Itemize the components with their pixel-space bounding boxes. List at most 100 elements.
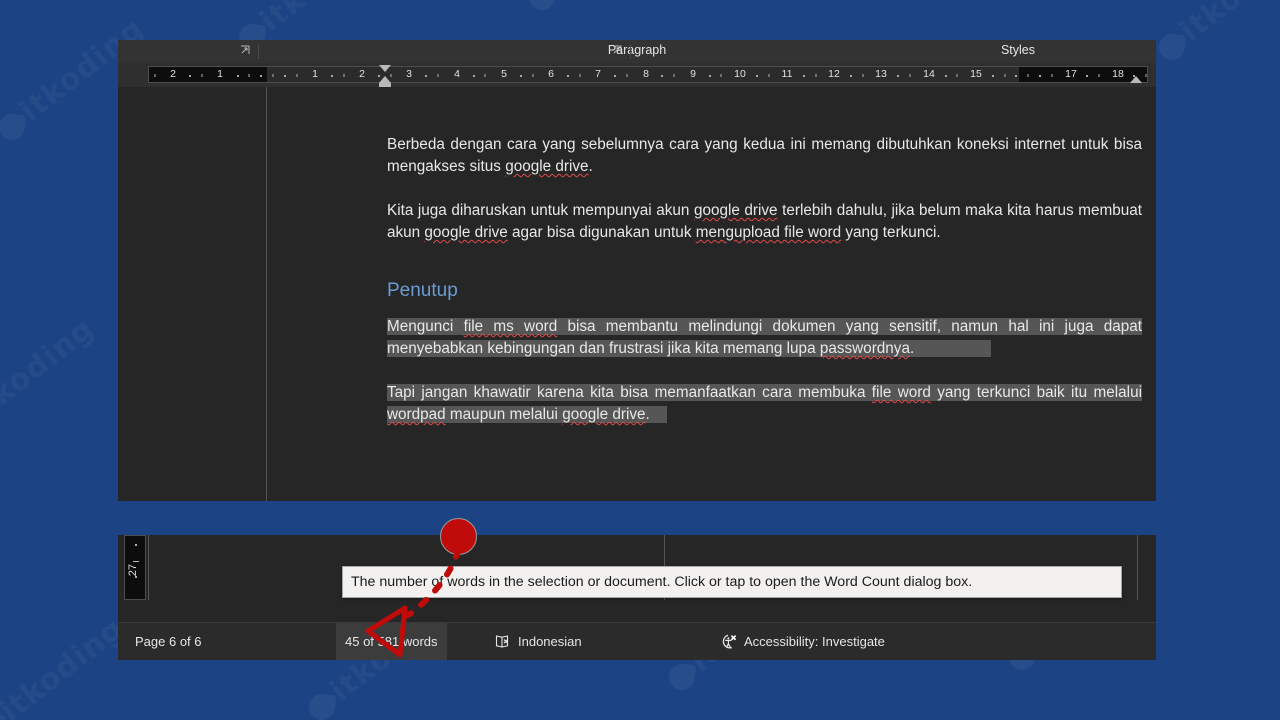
ruler-tick: [626, 74, 628, 77]
ruler-tick-dot: [708, 75, 711, 77]
status-accessibility[interactable]: Accessibility: Investigate: [710, 623, 894, 660]
ribbon-group-strip: Paragraph Styles: [118, 40, 1156, 64]
dialog-launcher-icon-paragraph[interactable]: [612, 45, 623, 56]
ruler-tick-dot: [189, 75, 192, 77]
ruler-number: 17: [1065, 68, 1077, 80]
ruler-tick: [296, 74, 298, 77]
watermark-logo-icon: [0, 712, 7, 720]
spelling-error-run: file ms word: [463, 318, 558, 335]
watermark: itkoding: [0, 311, 101, 448]
ruler-tick: [815, 74, 817, 77]
spelling-error-run: google drive: [424, 224, 508, 241]
ruler-tick-dot: [236, 75, 239, 77]
watermark: itkoding: [0, 611, 131, 720]
ruler-number: 7: [595, 68, 601, 80]
status-word-count[interactable]: 45 of 581 words: [336, 623, 447, 660]
ruler-number: 15: [970, 68, 982, 80]
ruler-tick: [1145, 74, 1147, 77]
heading-penutup[interactable]: Penutup: [387, 278, 1142, 304]
hanging-indent-marker[interactable]: [379, 76, 391, 83]
paragraph-3-selected[interactable]: Mengunci file ms word bisa membantu meli…: [387, 316, 1143, 360]
ruler-tick-dot: [1086, 75, 1089, 77]
ruler-tick: [720, 74, 722, 77]
first-line-indent-marker[interactable]: [379, 65, 391, 72]
text-run: Mengunci: [387, 318, 464, 335]
ribbon-group-label-styles: Styles: [1000, 43, 1036, 57]
ruler-number: 9: [690, 68, 696, 80]
vertical-ruler[interactable]: 27: [124, 535, 146, 600]
watermark-logo-icon: [1157, 32, 1187, 62]
ruler-tick: [437, 74, 439, 77]
ruler-tick: [201, 74, 203, 77]
right-indent-marker[interactable]: [1130, 76, 1142, 83]
ruler-number: 1: [217, 68, 223, 80]
text-run: yang terkunci baik itu melalui: [930, 384, 1142, 401]
page-left-edge: [148, 535, 149, 600]
ruler-tick-dot: [519, 75, 522, 77]
document-page[interactable]: Berbeda dengan cara yang sebelumnya cara…: [266, 87, 1156, 501]
ruler-tick: [1027, 74, 1029, 77]
ruler-tick: [484, 74, 486, 77]
paragraph-1[interactable]: Berbeda dengan cara yang sebelumnya cara…: [387, 134, 1142, 178]
tooltip-text: The number of words in the selection or …: [351, 574, 973, 590]
ruler-tick: [154, 74, 156, 77]
ruler-number: 3: [406, 68, 412, 80]
ruler-number: 12: [828, 68, 840, 80]
word-count-tooltip: The number of words in the selection or …: [342, 566, 1122, 598]
word-document-window-top: Paragraph Styles 2 1 1 2 3 4 5 6 7 8 9 10 11 12 13 14 15…: [118, 40, 1156, 501]
spelling-error-run: file word: [871, 384, 931, 401]
ruler-tick-dot: [1039, 75, 1041, 77]
ruler-number: 14: [923, 68, 935, 80]
text-run: maupun melalui: [445, 406, 563, 423]
document-text-body[interactable]: Berbeda dengan cara yang sebelumnya cara…: [387, 134, 1143, 426]
paragraph-2[interactable]: Kita juga diharuskan untuk mempunyai aku…: [387, 200, 1142, 244]
ruler-tick-dot: [425, 75, 428, 77]
heading-spacer: [387, 304, 1142, 316]
spelling-error-run: passwordnya: [819, 340, 910, 357]
ruler-tick-dot: [661, 75, 664, 77]
text-run: agar bisa digunakan untuk: [507, 224, 696, 241]
ruler-number: 11: [781, 68, 793, 80]
ruler-tick-dot: [472, 75, 475, 77]
paragraph-4-selected[interactable]: Tapi jangan khawatir karena kita bisa me…: [387, 382, 1142, 426]
ruler-number: 13: [875, 68, 887, 80]
ruler-tick: [248, 74, 250, 77]
ruler-tick-dot: [755, 75, 758, 77]
ruler-tick: [673, 74, 675, 77]
text-run: .: [588, 158, 593, 175]
ruler-tick: [343, 74, 345, 77]
text-run: yang terkunci.: [841, 224, 941, 241]
selection-highlight: Tapi jangan khawatir karena kita bisa me…: [387, 384, 1142, 423]
ruler-tick: [768, 74, 770, 77]
status-language-label: Indonesian: [518, 634, 582, 649]
watermark: itkoding: [1150, 0, 1280, 68]
text-run: Kita juga diharuskan untuk mempunyai aku…: [387, 202, 694, 219]
ruler-tick-dot: [135, 576, 137, 578]
watermark-logo-icon: [527, 0, 557, 12]
ruler-tick-dot: [283, 75, 286, 77]
ruler-tick-dot: [614, 75, 617, 77]
spelling-error-run: mengupload file word: [695, 224, 842, 241]
status-proofing[interactable]: Indonesian: [486, 623, 591, 660]
horizontal-ruler[interactable]: 2 1 1 2 3 4 5 6 7 8 9 10 11 12 13 14 15 17 18: [148, 66, 1148, 83]
selection-trailing-space: [650, 406, 667, 423]
ruler-tick-dot: [991, 75, 994, 77]
ruler-tick: [133, 561, 139, 562]
accessibility-icon: [719, 634, 738, 650]
group-divider: [630, 44, 631, 59]
ruler-tick-dot: [897, 75, 900, 77]
spelling-error-run: google drive: [505, 158, 589, 175]
text-run: Tapi jangan khawatir karena kita bisa me…: [387, 384, 872, 401]
ruler-tick: [1051, 74, 1053, 77]
ruler-tick-dot: [135, 544, 137, 546]
status-page-indicator[interactable]: Page 6 of 6: [126, 623, 211, 660]
ruler-number: 8: [643, 68, 649, 80]
ruler-tick: [956, 74, 958, 77]
ruler-tick-dot: [260, 75, 263, 77]
vertical-ruler-number: 27: [127, 564, 139, 577]
ruler-tick-dot: [944, 75, 947, 77]
ruler-number: 2: [359, 68, 365, 80]
